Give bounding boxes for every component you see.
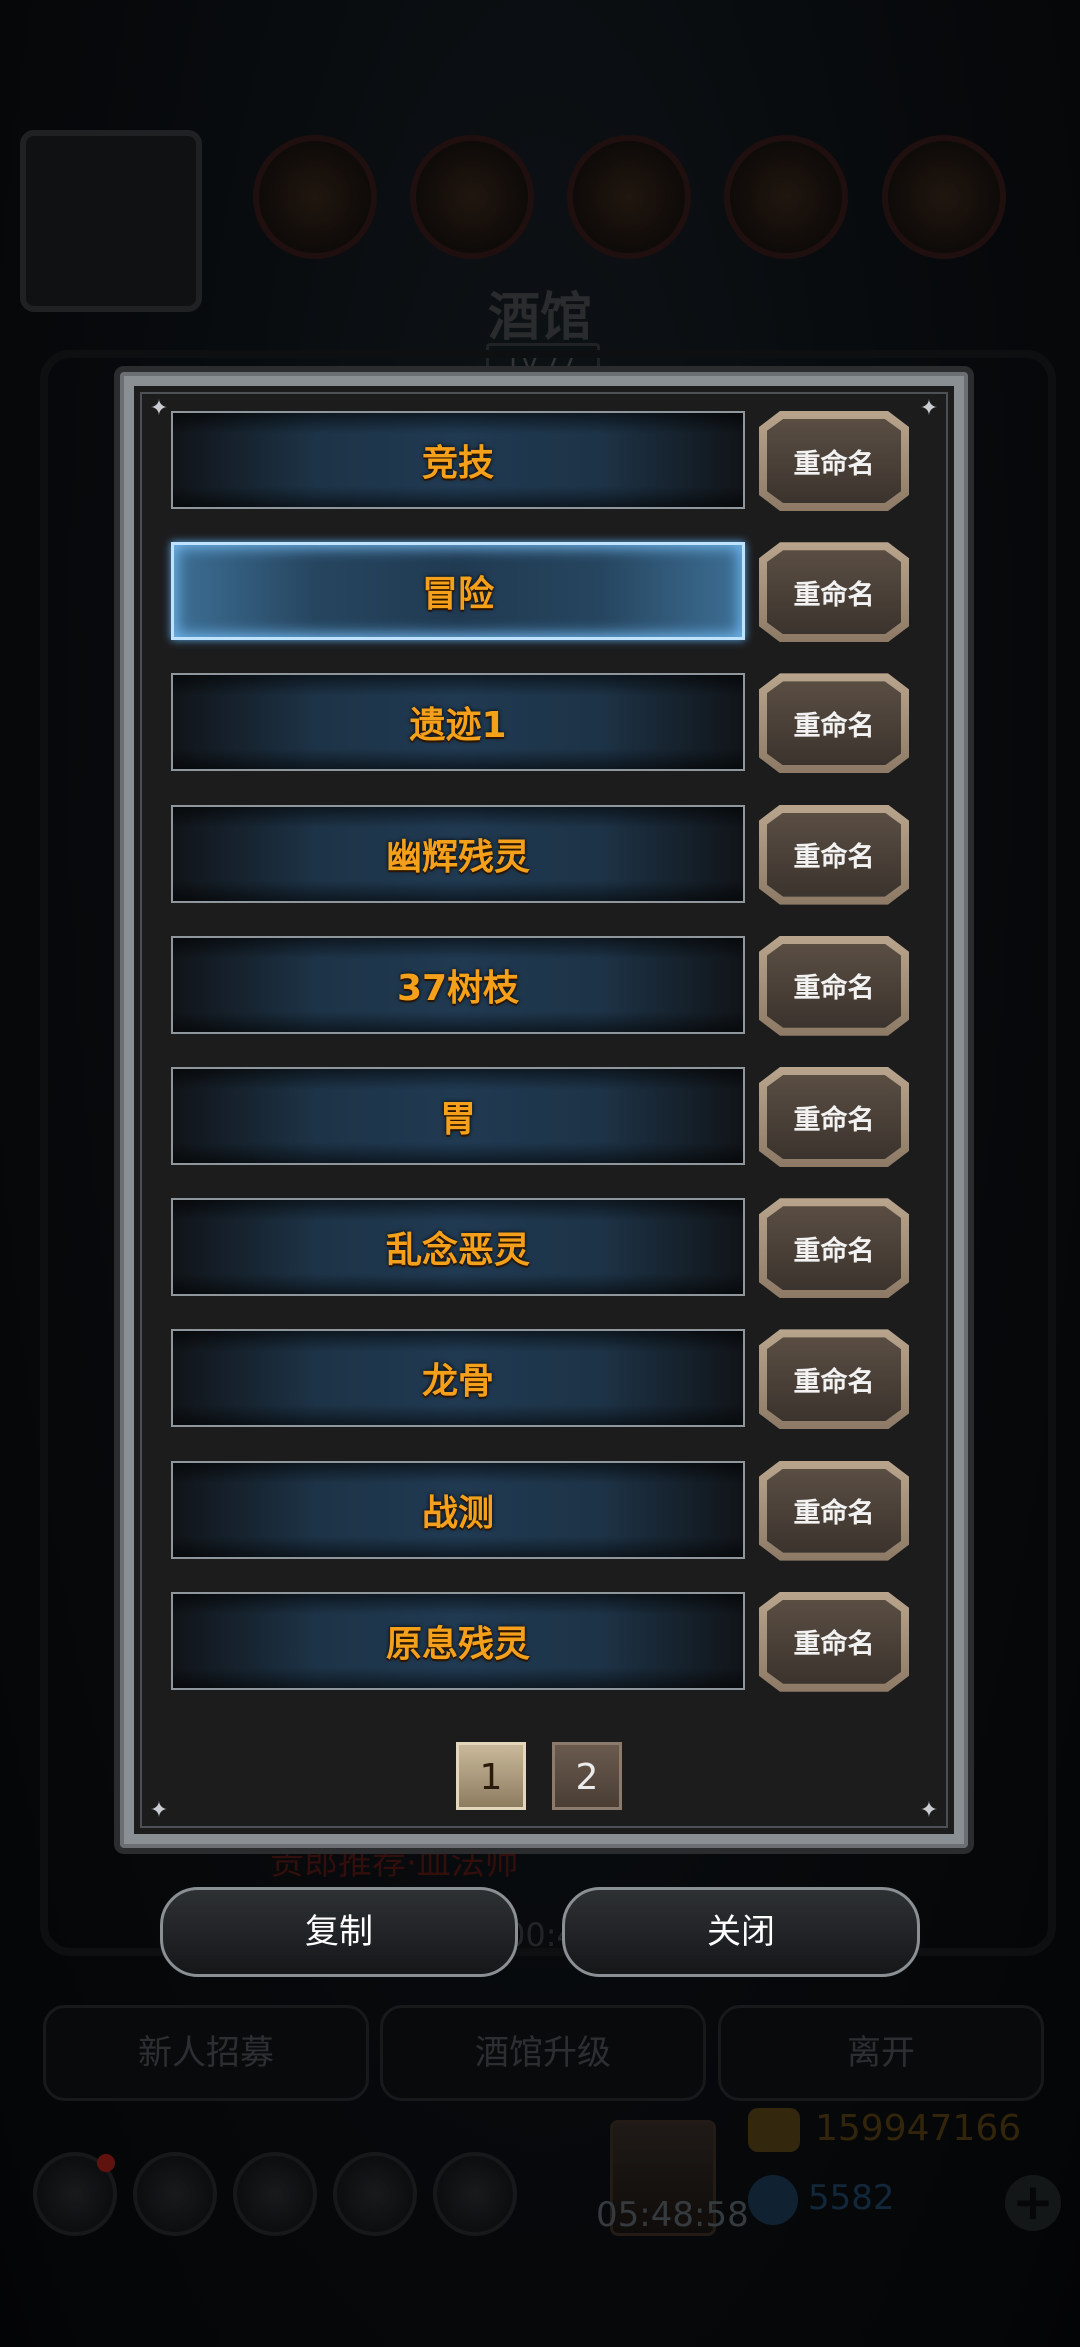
preset-slot-name: 冒险: [421, 574, 494, 616]
preset-slot-name: 战测: [421, 1492, 494, 1534]
preset-slot[interactable]: 遗迹1: [171, 673, 745, 772]
rename-button[interactable]: 重命名: [759, 1329, 909, 1430]
preset-row: 战测 重命名: [171, 1460, 911, 1561]
rename-button-label: 重命名: [793, 973, 875, 1005]
rename-button[interactable]: 重命名: [759, 1198, 909, 1299]
rename-button-label: 重命名: [793, 448, 875, 480]
rename-button[interactable]: 重命名: [759, 1460, 909, 1561]
page-2-button[interactable]: 2: [552, 1742, 622, 1810]
preset-row: 胃 重命名: [171, 1067, 911, 1167]
preset-slot-name: 竞技: [421, 443, 494, 484]
preset-slot[interactable]: 幽辉残灵: [171, 804, 745, 903]
rename-button-label: 重命名: [793, 579, 875, 611]
preset-row: 遗迹1 重命名: [171, 673, 911, 774]
preset-slot[interactable]: 战测: [171, 1460, 745, 1559]
corner-star-icon: ✦: [149, 1798, 169, 1823]
preset-slot[interactable]: 龙骨: [171, 1329, 745, 1428]
preset-slot[interactable]: 37树枝: [171, 935, 745, 1034]
rename-button-label: 重命名: [793, 842, 875, 874]
rename-button-label: 重命名: [793, 1629, 875, 1661]
preset-slot[interactable]: 冒险: [171, 542, 745, 641]
preset-slot-name: 幽辉残灵: [385, 836, 530, 878]
preset-slot[interactable]: 竞技: [171, 411, 745, 509]
copy-button[interactable]: 复制: [160, 1887, 518, 1977]
preset-row: 37树枝 重命名: [171, 935, 911, 1036]
close-button[interactable]: 关闭: [562, 1887, 920, 1977]
rename-button[interactable]: 重命名: [759, 542, 909, 643]
preset-slot[interactable]: 乱念恶灵: [171, 1198, 745, 1297]
corner-star-icon: ✦: [919, 396, 939, 421]
preset-slot-name: 胃: [439, 1099, 476, 1140]
rename-button-label: 重命名: [793, 1104, 875, 1136]
preset-slot-name: 乱念恶灵: [385, 1230, 530, 1272]
rename-button[interactable]: 重命名: [759, 935, 909, 1036]
rename-button-label: 重命名: [793, 1235, 875, 1267]
preset-slot[interactable]: 原息残灵: [171, 1591, 745, 1690]
rename-button-label: 重命名: [793, 710, 875, 742]
preset-row: 冒险 重命名: [171, 542, 911, 643]
corner-star-icon: ✦: [919, 1798, 939, 1823]
preset-row: 竞技 重命名: [171, 411, 911, 511]
preset-slot-name: 遗迹1: [409, 705, 507, 747]
preset-slot[interactable]: 胃: [171, 1067, 745, 1165]
preset-slot-name: 原息残灵: [385, 1623, 530, 1665]
corner-star-icon: ✦: [149, 396, 169, 421]
rename-button-label: 重命名: [793, 1366, 875, 1398]
page-1-button[interactable]: 1: [456, 1742, 526, 1810]
preset-slot-name: 37树枝: [396, 967, 520, 1009]
preset-row: 乱念恶灵 重命名: [171, 1198, 911, 1299]
rename-button[interactable]: 重命名: [759, 411, 909, 511]
rename-button[interactable]: 重命名: [759, 673, 909, 774]
rename-button[interactable]: 重命名: [759, 804, 909, 905]
rename-button[interactable]: 重命名: [759, 1591, 909, 1692]
preset-row: 幽辉残灵 重命名: [171, 804, 911, 905]
rename-button-label: 重命名: [793, 1498, 875, 1530]
preset-row: 原息残灵 重命名: [171, 1591, 911, 1692]
rename-button[interactable]: 重命名: [759, 1067, 909, 1167]
preset-row: 龙骨 重命名: [171, 1329, 911, 1430]
preset-slot-name: 龙骨: [421, 1361, 494, 1403]
